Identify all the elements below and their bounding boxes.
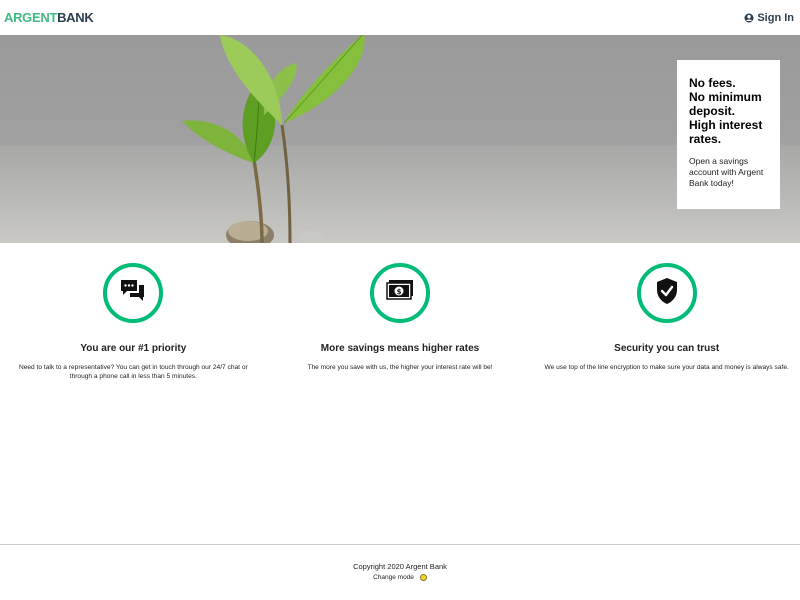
feature-icon-ring: $ — [370, 263, 430, 323]
svg-text:$: $ — [397, 288, 402, 296]
chat-icon — [119, 277, 147, 310]
hero-subtitle-no-minimum: No minimum deposit. — [689, 90, 762, 118]
feature-item-savings: $ More savings means higher rates The mo… — [267, 243, 534, 543]
theme-toggle-icon[interactable] — [419, 574, 427, 581]
feature-item-priority: You are our #1 priority Need to talk to … — [0, 243, 267, 543]
feature-description: We use top of the line encryption to mak… — [544, 364, 789, 371]
hero-subtitle-no-fees: No fees. — [689, 76, 736, 90]
sign-in-label: Sign In — [757, 11, 794, 24]
page-footer: Copyright 2020 Argent Bank Change mode — [0, 544, 800, 600]
change-mode-control: Change mode — [373, 574, 427, 581]
features-section: You are our #1 priority Need to talk to … — [0, 243, 800, 543]
feature-title: Security you can trust — [614, 343, 720, 354]
hero-banner: No fees. No minimum deposit. High intere… — [0, 35, 800, 243]
feature-title: More savings means higher rates — [320, 343, 480, 354]
hero-promo-card: No fees. No minimum deposit. High intere… — [677, 60, 780, 209]
feature-icon-ring — [636, 263, 697, 323]
security-shield-icon — [655, 277, 679, 310]
feature-icon-ring — [103, 263, 164, 323]
main-nav: ARGENTBANK Sign In — [0, 0, 800, 35]
hero-subtitle-interest: High interest rates. — [689, 118, 763, 146]
feature-title: You are our #1 priority — [80, 343, 187, 354]
sign-in-link[interactable]: Sign In — [744, 12, 794, 24]
feature-description: Need to talk to a representative? You ca… — [18, 364, 248, 380]
footer-copyright: Copyright 2020 Argent Bank — [353, 562, 447, 571]
logo-text-argent: ARGENT — [4, 10, 58, 25]
argent-bank-logo[interactable]: ARGENTBANK — [4, 10, 94, 25]
feature-item-security: Security you can trust We use top of the… — [533, 243, 800, 543]
feature-description: The more you save with us, the higher yo… — [307, 364, 493, 371]
user-circle-icon — [744, 13, 754, 23]
money-icon: $ — [385, 278, 415, 309]
logo-text-bank: BANK — [57, 10, 94, 25]
hero-text: Open a savings account with Argent Bank … — [689, 156, 764, 188]
change-mode-label: Change mode — [373, 574, 414, 581]
